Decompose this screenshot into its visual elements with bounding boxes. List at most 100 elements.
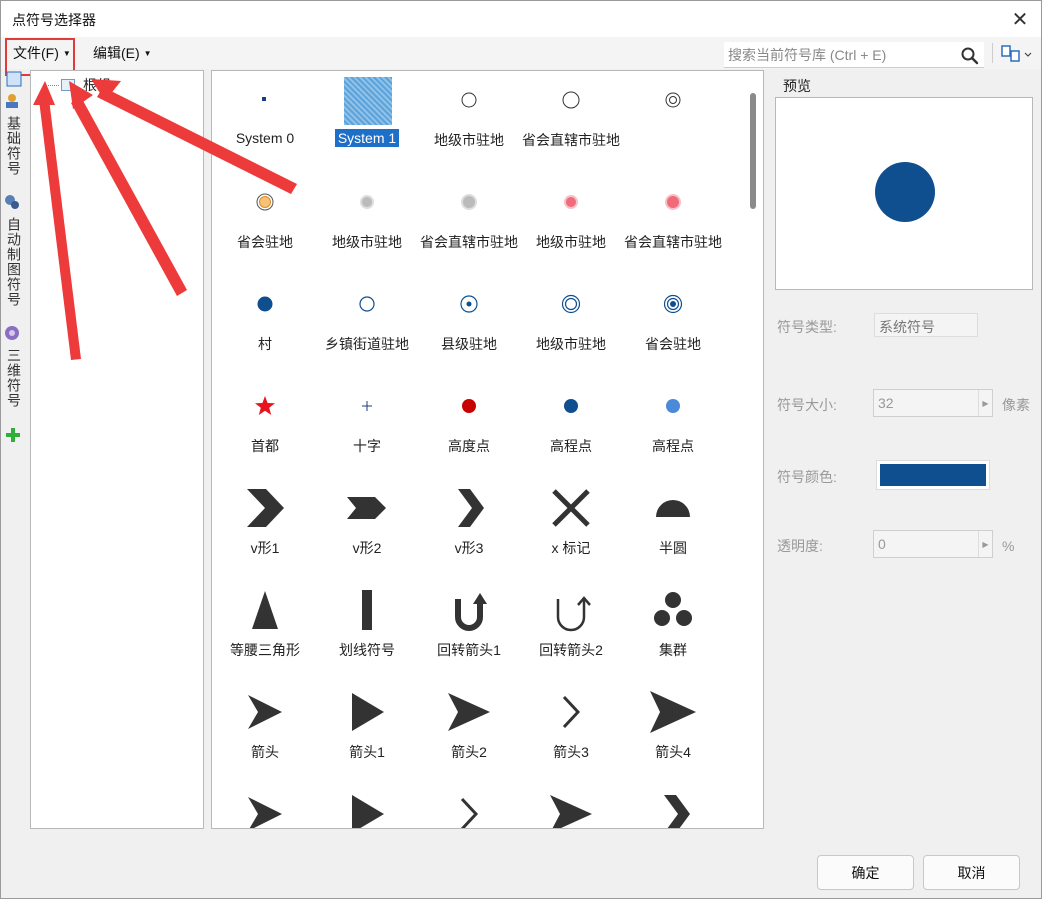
tab-auto-mapping-symbols[interactable]: 自动制图符号 — [3, 194, 23, 307]
symbol-cell[interactable] — [622, 787, 724, 828]
arrow-concave-icon — [546, 789, 596, 828]
symbol-label-text: 地级市驻地 — [332, 234, 402, 250]
double-circle-icon — [648, 75, 698, 125]
symbol-cell[interactable]: 回转箭头2 — [520, 583, 622, 685]
symbol-cell[interactable]: 地级市驻地 — [520, 175, 622, 277]
tree-root-node[interactable]: 根组 — [45, 75, 111, 95]
symbol-color-picker[interactable] — [876, 460, 990, 490]
symbol-cell[interactable]: System 1 — [316, 73, 418, 175]
menu-edit[interactable]: 编辑(E) ▼ — [93, 43, 152, 63]
symbol-label: 划线符号 — [316, 640, 418, 660]
cancel-button[interactable]: 取消 — [923, 855, 1020, 890]
spin-arrow-icon[interactable]: ▶ — [978, 531, 992, 557]
symbol-label: 首都 — [214, 436, 316, 456]
3d-symbol-icon — [5, 326, 19, 340]
symbol-cell[interactable]: v形1 — [214, 481, 316, 583]
symbol-cell[interactable]: 高程点 — [520, 379, 622, 481]
symbol-cell[interactable]: 划线符号 — [316, 583, 418, 685]
symbol-cell[interactable]: 县级驻地 — [418, 277, 520, 379]
folder-icon — [61, 79, 75, 91]
symbol-cell[interactable]: 省会直辖市驻地 — [520, 73, 622, 175]
symbol-cell[interactable]: 箭头4 — [622, 685, 724, 787]
symbol-cell[interactable] — [418, 787, 520, 828]
search-input[interactable] — [728, 45, 954, 65]
symbol-label-text: System 1 — [334, 129, 400, 147]
spin-arrow-icon[interactable]: ▶ — [978, 390, 992, 416]
symbol-cell[interactable]: 等腰三角形 — [214, 583, 316, 685]
symbol-cell[interactable]: 地级市驻地 — [316, 175, 418, 277]
symbol-cell[interactable]: 省会驻地 — [214, 175, 316, 277]
symbol-cell[interactable]: 省会直辖市驻地 — [622, 175, 724, 277]
symbol-cell[interactable]: 箭头3 — [520, 685, 622, 787]
symbol-label: 县级驻地 — [418, 334, 520, 354]
title-bar: 点符号选择器 ✕ — [1, 1, 1041, 37]
dot-in-circle-icon — [444, 279, 494, 329]
symbol-cell[interactable]: 半圆 — [622, 481, 724, 583]
tab-basic-symbols-label: 基础符号 — [6, 116, 22, 176]
scrollbar-thumb[interactable] — [750, 93, 756, 209]
symbol-type-value: 系统符号 — [874, 313, 978, 337]
tab-3d-symbols[interactable]: 三维符号 — [3, 325, 23, 408]
symbol-label: 箭头2 — [418, 742, 520, 762]
blue-dot-icon — [546, 381, 596, 431]
symbol-cell[interactable] — [316, 787, 418, 828]
symbol-size-stepper[interactable]: 32 ▶ — [873, 389, 993, 417]
tree-view-icon[interactable] — [6, 71, 22, 87]
symbol-selector-window: 点符号选择器 ✕ 文件(F)▼ 编辑(E)▼ 基础符号 自动制图符号 三维符号 — [0, 0, 1042, 899]
tree-connector — [45, 84, 59, 86]
symbol-cell[interactable]: v形2 — [316, 481, 418, 583]
symbol-cell[interactable]: 集群 — [622, 583, 724, 685]
symbol-cell[interactable]: System 0 — [214, 73, 316, 175]
vertical-scrollbar[interactable] — [743, 71, 763, 828]
symbol-library-tabs: 基础符号 自动制图符号 三维符号 — [1, 69, 25, 829]
opacity-label: 透明度: — [777, 538, 823, 554]
symbol-label-text: 半圆 — [659, 540, 687, 556]
symbol-size-label: 符号大小: — [777, 397, 837, 413]
symbol-cell[interactable] — [214, 787, 316, 828]
symbol-cell[interactable]: 省会直辖市驻地 — [418, 175, 520, 277]
symbol-cell[interactable]: 高程点 — [622, 379, 724, 481]
concentric-circle-dot-icon — [648, 279, 698, 329]
orange-ring-circle-icon — [240, 177, 290, 227]
symbol-label: 回转箭头1 — [418, 640, 520, 660]
symbol-cell[interactable]: 首都 — [214, 379, 316, 481]
ok-button[interactable]: 确定 — [817, 855, 914, 890]
opacity-value: 0 — [878, 536, 886, 552]
symbol-label: 高程点 — [622, 436, 724, 456]
symbol-cell[interactable]: x 标记 — [520, 481, 622, 583]
opacity-stepper[interactable]: 0 ▶ — [873, 530, 993, 558]
symbol-label: 等腰三角形 — [214, 640, 316, 660]
symbol-label: v形1 — [214, 538, 316, 558]
close-icon[interactable]: ✕ — [1007, 6, 1033, 32]
symbol-cell[interactable] — [520, 787, 622, 828]
symbol-label: 箭头 — [214, 742, 316, 762]
symbol-label: 乡镇街道驻地 — [316, 334, 418, 354]
tab-basic-symbols[interactable]: 基础符号 — [3, 93, 23, 176]
add-library-icon[interactable] — [5, 427, 21, 443]
search-icon[interactable] — [960, 46, 980, 66]
symbol-cell[interactable] — [622, 73, 724, 175]
preview-box — [775, 97, 1033, 290]
symbol-label-text: 高程点 — [550, 438, 592, 454]
u-turn-arrow-2-icon — [546, 585, 596, 635]
symbol-label: 地级市驻地 — [418, 130, 520, 150]
symbol-cell[interactable]: v形3 — [418, 481, 520, 583]
symbol-label: 省会驻地 — [214, 232, 316, 252]
symbol-cell[interactable]: 回转箭头1 — [418, 583, 520, 685]
symbol-cell[interactable]: 省会驻地 — [622, 277, 724, 379]
symbol-cell[interactable]: 箭头1 — [316, 685, 418, 787]
symbol-cell[interactable]: 地级市驻地 — [418, 73, 520, 175]
symbol-label: 地级市驻地 — [316, 232, 418, 252]
v-shape-1-icon — [240, 483, 290, 533]
symbol-size-value: 32 — [878, 395, 894, 411]
view-mode-icon[interactable] — [999, 43, 1033, 65]
symbol-cell[interactable]: 地级市驻地 — [520, 277, 622, 379]
symbol-cell[interactable]: 箭头 — [214, 685, 316, 787]
symbol-cell[interactable]: 十字 — [316, 379, 418, 481]
symbol-cell[interactable]: 村 — [214, 277, 316, 379]
symbol-cell[interactable]: 乡镇街道驻地 — [316, 277, 418, 379]
red-star-icon — [240, 381, 290, 431]
symbol-cell[interactable]: 高度点 — [418, 379, 520, 481]
symbol-cell[interactable]: 箭头2 — [418, 685, 520, 787]
toolbar-separator — [992, 43, 993, 63]
